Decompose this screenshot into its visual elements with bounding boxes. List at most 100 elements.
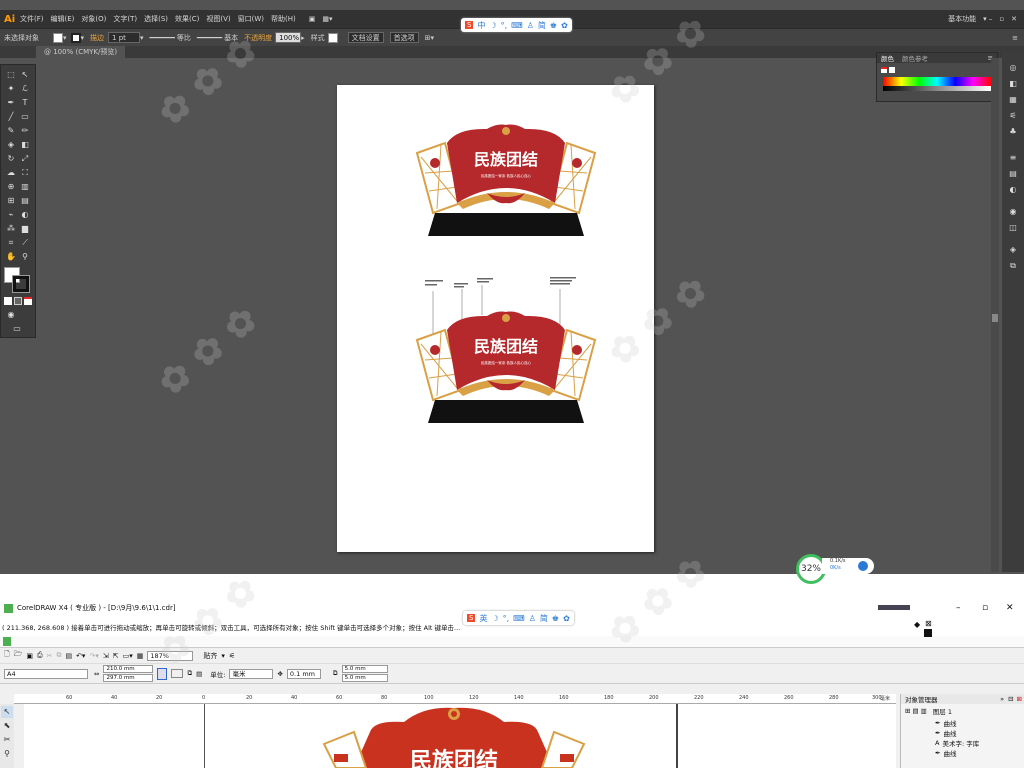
object-list-item[interactable]: ✒ 曲线 [901, 718, 1024, 728]
color-spectrum[interactable] [883, 77, 991, 91]
type-tool-icon[interactable]: T [19, 97, 31, 109]
brushes-icon[interactable]: ⚟ [1007, 110, 1019, 122]
none-swatch[interactable] [881, 67, 887, 73]
cd-drawing-canvas[interactable]: 民族团结 [24, 704, 896, 768]
ime-logo-icon[interactable]: S [465, 21, 474, 29]
page-width-input[interactable]: 210.0 mm [103, 665, 154, 673]
artwork-top[interactable]: 民族团结 民族团结一家亲 各族人民心连心 [337, 123, 654, 283]
export-icon[interactable]: ⇱ [113, 652, 119, 660]
stroke-weight-input[interactable]: 1 pt [108, 32, 141, 43]
menu-help[interactable]: 帮助(H) [271, 14, 296, 24]
symbol-sprayer-tool-icon[interactable]: ⁂ [5, 223, 17, 235]
artboard-tool-icon[interactable]: ⌗ [5, 237, 17, 249]
maximize-button[interactable]: ▫ [999, 15, 1004, 23]
line-tool-icon[interactable]: ╱ [5, 111, 17, 123]
shape-tool-icon[interactable]: ⬉ [1, 720, 13, 732]
settings-icon[interactable]: ✿ [563, 614, 570, 623]
print-icon[interactable]: ⎙ [37, 651, 43, 660]
stroke-label[interactable]: 描边 [90, 33, 104, 43]
shirt-icon[interactable]: ♚ [550, 21, 557, 30]
user-icon[interactable]: ♙ [527, 21, 534, 30]
direct-selection-tool-icon[interactable]: ↖ [19, 69, 31, 81]
bridge-icon[interactable]: ▣ [309, 15, 316, 23]
selection-tool-icon[interactable]: ⬚ [5, 69, 17, 81]
stroke-swatch[interactable] [70, 32, 81, 43]
rectangle-tool-icon[interactable]: ▭ [19, 111, 31, 123]
menu-object[interactable]: 对象(O) [81, 14, 106, 24]
graphic-styles-icon[interactable]: ◫ [1007, 222, 1019, 234]
undo-icon[interactable]: ↶▾ [76, 652, 85, 660]
crop-tool-icon[interactable]: ✂ [1, 734, 13, 746]
keyboard-icon[interactable]: ⌨ [513, 614, 525, 623]
document-tab[interactable]: @ 100% (CMYK/预览) [36, 46, 126, 58]
rotate-tool-icon[interactable]: ↻ [5, 153, 17, 165]
stroke-weight-dropdown[interactable]: ▾ [140, 34, 144, 42]
layer-name[interactable]: 图层 1 [933, 706, 952, 716]
page-size-select[interactable]: A4 [4, 668, 88, 679]
menu-window[interactable]: 窗口(W) [238, 14, 264, 24]
symbols-icon[interactable]: ♣ [1007, 126, 1019, 138]
duplicate-x-input[interactable]: 5.0 mm [341, 665, 388, 673]
pencil-tool-icon[interactable]: ✏ [19, 125, 31, 137]
copy-icon[interactable]: ⧉ [56, 651, 61, 660]
redo-icon[interactable]: ↷▾ [89, 652, 98, 660]
artboards-icon[interactable]: ⧉ [1007, 260, 1019, 272]
arrange-icon[interactable]: ▦▾ [322, 15, 332, 23]
hand-tool-icon[interactable]: ✋ [5, 251, 17, 263]
menu-edit[interactable]: 编辑(E) [51, 14, 75, 24]
slice-tool-icon[interactable]: ⟋ [19, 237, 31, 249]
panel-minimize-icon[interactable]: ⊟ [1008, 695, 1013, 703]
punctuation-icon[interactable]: °, [501, 21, 508, 30]
shirt-icon[interactable]: ♚ [552, 614, 559, 623]
portrait-icon[interactable] [157, 667, 168, 680]
lasso-tool-icon[interactable]: ℒ [19, 83, 31, 95]
panel-menu-icon[interactable]: ≡ [1012, 34, 1018, 42]
cut-icon[interactable]: ✂ [47, 652, 53, 660]
color-mode-buttons[interactable] [4, 297, 34, 305]
accelerate-icon[interactable] [858, 561, 868, 571]
shape-builder-tool-icon[interactable]: ⊕ [5, 181, 17, 193]
ime-simplified-toggle[interactable]: 简 [538, 20, 546, 31]
white-swatch[interactable] [889, 67, 895, 73]
document-setup-button[interactable]: 文档设置 [347, 32, 384, 43]
app-launcher-icon[interactable]: ▭▾ [123, 652, 133, 660]
artboard[interactable]: 民族团结 民族团结一家亲 各族人民心连心 民族团结 民族团结一家亲 各族人民心连… [337, 85, 654, 552]
panel-expand-icon[interactable]: » [1000, 695, 1004, 703]
open-icon[interactable]: 🗁 [14, 650, 23, 661]
opacity-dropdown[interactable]: ▸ [301, 34, 305, 42]
cd-doc-icon[interactable] [3, 637, 11, 646]
object-list-item[interactable]: ✒ 曲线 [901, 728, 1024, 738]
draw-mode-icon[interactable]: ◉ [5, 309, 17, 321]
swatches-icon[interactable]: ▦ [1007, 94, 1019, 106]
import-icon[interactable]: ⇲ [103, 652, 109, 660]
style-swatch[interactable] [327, 32, 338, 43]
layers-icon[interactable]: ◈ [1007, 244, 1019, 256]
nudge-input[interactable]: 0.1 mm [286, 668, 321, 679]
punctuation-icon[interactable]: °, [503, 614, 510, 623]
stroke-color-box[interactable] [12, 275, 30, 293]
ime-logo-icon[interactable]: S [467, 614, 476, 622]
zoom-level-select[interactable]: 187% [147, 650, 194, 661]
fill-dropdown[interactable]: ▾ [63, 34, 67, 42]
object-list-item[interactable]: A 美术字: 字库 [901, 738, 1024, 748]
scale-tool-icon[interactable]: ⤢ [19, 153, 31, 165]
menu-effect[interactable]: 效果(C) [175, 14, 199, 24]
current-page-icon[interactable]: ▤ [196, 670, 202, 678]
eraser-tool-icon[interactable]: ◧ [19, 139, 31, 151]
color-guide-tab[interactable]: 颜色参考 [902, 53, 928, 63]
magic-wand-tool-icon[interactable]: ✦ [5, 83, 17, 95]
gradient-icon[interactable]: ▤ [1007, 168, 1019, 180]
pick-tool-icon[interactable]: ↖ [1, 706, 13, 718]
free-transform-tool-icon[interactable]: ⛶ [19, 167, 31, 179]
network-speed-widget[interactable]: 32% 0.1K/s 0K/s [796, 554, 874, 584]
page-height-input[interactable]: 297.0 mm [103, 674, 154, 682]
options-icon[interactable]: ⚟ [229, 652, 235, 660]
cd-maximize-button[interactable]: ▫ [982, 603, 988, 613]
ime-simplified-toggle[interactable]: 简 [540, 613, 548, 624]
cd-minimize-button[interactable]: – [956, 603, 961, 613]
zoom-tool-icon[interactable]: ⚲ [1, 748, 13, 760]
object-list-item[interactable]: ✒ 曲线 [901, 748, 1024, 758]
paintbrush-tool-icon[interactable]: ✎ [5, 125, 17, 137]
menu-select[interactable]: 选择(S) [144, 14, 168, 24]
color-panel-icon[interactable]: ◎ [1007, 62, 1019, 74]
